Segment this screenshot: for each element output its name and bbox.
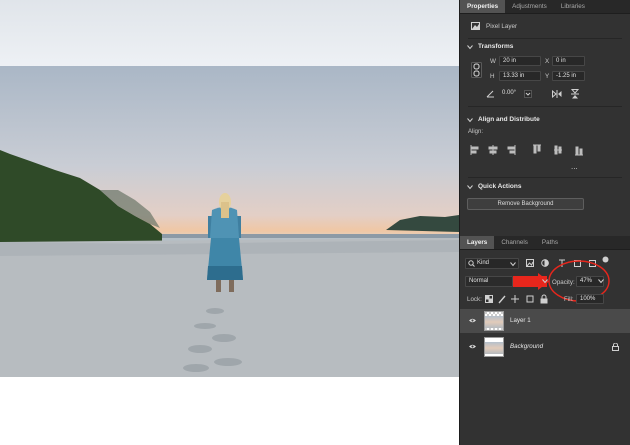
flip-horizontal-icon[interactable] [552, 90, 562, 98]
align-label: Align: [468, 129, 484, 135]
width-label: W [490, 58, 496, 65]
x-field[interactable]: 0 in [552, 56, 585, 66]
properties-header: Pixel Layer [460, 14, 630, 38]
align-title: Align and Distribute [478, 116, 540, 123]
lock-icon[interactable] [612, 343, 619, 351]
transparent-layer-area [0, 0, 459, 66]
layers-tabbar: Layers Channels Paths [460, 236, 630, 250]
eye-icon[interactable] [469, 344, 476, 349]
tab-properties[interactable]: Properties [460, 0, 506, 13]
align-more-button[interactable]: ... [571, 162, 578, 171]
lock-label: Lock: [467, 296, 482, 303]
distant-headland [386, 215, 459, 232]
tab-channels[interactable]: Channels [494, 236, 535, 249]
green-hillside [0, 150, 162, 244]
x-label: X [545, 58, 550, 65]
layer-1-thumbnail [484, 311, 504, 331]
align-header[interactable]: Align and Distribute [460, 113, 630, 126]
angle-icon [486, 90, 494, 98]
eye-icon[interactable] [469, 318, 476, 323]
layer-filter-dropdown[interactable]: Kind [465, 258, 519, 269]
transform-header[interactable]: Transforms [460, 40, 630, 53]
y-label: Y [545, 73, 550, 80]
transform-title: Transforms [478, 43, 514, 50]
align-section: Align and Distribute [460, 113, 630, 126]
background-thumbnail [484, 337, 504, 357]
link-proportions-icon[interactable] [471, 62, 482, 78]
height-label: H [490, 73, 495, 80]
quick-actions-section: Quick Actions [460, 180, 630, 193]
lock-options-icons[interactable] [485, 294, 555, 304]
height-field[interactable]: 13.33 in [499, 71, 541, 81]
fill-field[interactable]: 100% [576, 294, 604, 304]
beach-scene-illustration [0, 150, 459, 377]
search-icon [468, 260, 475, 267]
blend-mode-dropdown[interactable]: Normal [465, 276, 513, 287]
layer-name: Background [510, 343, 544, 350]
chevron-down-icon [467, 184, 473, 189]
tab-adjustments[interactable]: Adjustments [505, 0, 554, 13]
layer-row-layer-1[interactable]: Layer 1 [460, 309, 630, 333]
tab-libraries[interactable]: Libraries [554, 0, 592, 13]
remove-background-button[interactable]: Remove Background [467, 198, 584, 210]
flip-vertical-icon[interactable] [571, 89, 579, 99]
pixel-layer-icon [471, 22, 480, 30]
chevron-down-icon [467, 44, 473, 49]
document-canvas[interactable] [0, 0, 459, 445]
beach-photo [0, 66, 459, 377]
quick-actions-header[interactable]: Quick Actions [460, 180, 630, 193]
layer-name: Layer 1 [510, 317, 531, 324]
transform-section: Transforms [460, 40, 630, 53]
chevron-down-icon [467, 117, 473, 122]
angle-dropdown-icon[interactable] [524, 90, 532, 98]
fill-label: Fill: [564, 296, 574, 303]
layer-row-background[interactable]: Background [460, 335, 630, 359]
properties-layer-type: Pixel Layer [486, 23, 518, 30]
angle-field[interactable]: 0.00° [499, 89, 522, 99]
filter-kind-label: Kind [477, 260, 490, 266]
properties-tabbar: Properties Adjustments Libraries [460, 0, 630, 14]
chevron-down-icon [510, 262, 516, 267]
tab-paths[interactable]: Paths [535, 236, 565, 249]
quick-actions-title: Quick Actions [478, 183, 522, 190]
align-buttons[interactable] [470, 144, 590, 156]
right-panel: Properties Adjustments Libraries Pixel L… [459, 0, 630, 445]
width-field[interactable]: 20 in [499, 56, 541, 66]
y-field[interactable]: -1.25 in [552, 71, 585, 81]
standing-woman [207, 193, 243, 292]
tab-layers[interactable]: Layers [460, 236, 495, 249]
